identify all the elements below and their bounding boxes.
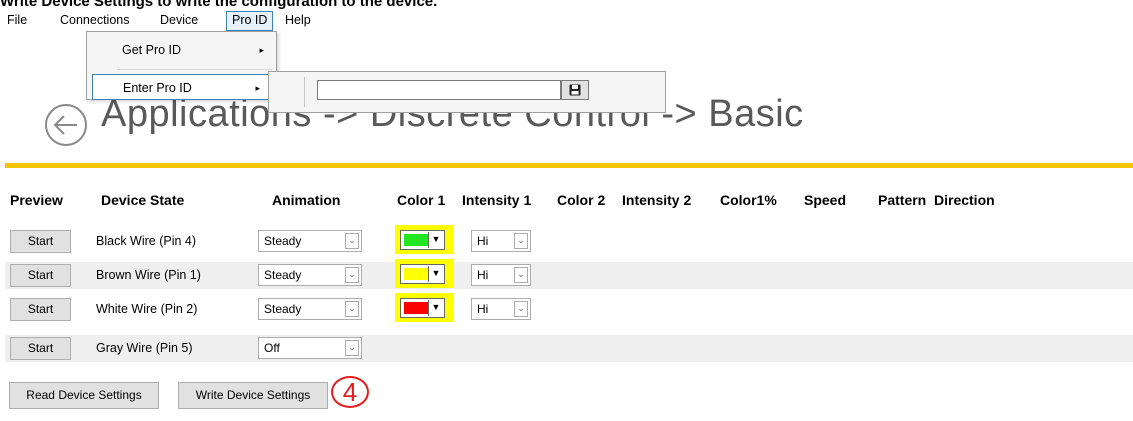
caret-down-icon: ▼	[428, 266, 443, 282]
chevron-down-icon: ⌄	[345, 233, 359, 249]
submenu-arrow-icon: ▸	[259, 45, 264, 55]
pro-id-input[interactable]	[317, 80, 561, 100]
table-row: Start White Wire (Pin 2) Steady ⌄ ▼ Hi ⌄	[5, 293, 1133, 323]
color1-picker[interactable]: ▼	[400, 230, 445, 250]
submenu-arrow-icon: ▸	[255, 83, 260, 93]
menu-device[interactable]: Device	[155, 11, 203, 31]
chevron-down-icon: ⌄	[345, 340, 359, 356]
col-direction: Direction	[934, 192, 995, 208]
device-state-label: Gray Wire (Pin 5)	[96, 341, 193, 355]
start-button[interactable]: Start	[10, 298, 71, 321]
intensity1-select[interactable]: Hi ⌄	[471, 230, 531, 252]
read-device-settings-button[interactable]: Read Device Settings	[9, 382, 159, 409]
col-intensity-1: Intensity 1	[462, 192, 532, 208]
menu-item-enter-pro-id[interactable]: Enter Pro ID ▸	[92, 74, 273, 100]
start-button[interactable]: Start	[10, 264, 71, 287]
menu-item-label: Get Pro ID	[122, 43, 182, 57]
chevron-down-icon: ⌄	[514, 267, 528, 283]
animation-value: Steady	[264, 234, 302, 248]
intensity1-select[interactable]: Hi ⌄	[471, 264, 531, 286]
caret-down-icon: ▼	[428, 300, 443, 316]
animation-value: Off	[264, 341, 280, 355]
col-pattern: Pattern	[878, 192, 927, 208]
menu-connections[interactable]: Connections	[55, 11, 135, 31]
animation-select[interactable]: Steady ⌄	[258, 264, 362, 286]
intensity1-value: Hi	[477, 268, 489, 282]
color-swatch	[404, 302, 428, 314]
animation-select[interactable]: Steady ⌄	[258, 298, 362, 320]
floppy-disk-icon[interactable]	[561, 80, 589, 100]
pro-id-menu: Get Pro ID ▸ Enter Pro ID ▸	[86, 31, 277, 100]
col-device-state: Device State	[101, 192, 185, 208]
color1-cell: ▼	[395, 293, 454, 322]
color1-cell: ▼	[395, 259, 454, 288]
header-divider	[5, 163, 1133, 168]
submenu-separator	[304, 77, 305, 107]
menu-bar: File Connections Device Pro ID Help	[0, 11, 1133, 31]
col-color1-percent: Color1%	[720, 192, 777, 208]
write-device-settings-button[interactable]: Write Device Settings	[178, 382, 328, 409]
col-speed: Speed	[804, 192, 847, 208]
col-preview: Preview	[10, 192, 63, 208]
device-state-label: Black Wire (Pin 4)	[96, 234, 197, 248]
device-state-label: White Wire (Pin 2)	[96, 302, 198, 316]
color1-picker[interactable]: ▼	[400, 298, 445, 318]
start-button[interactable]: Start	[10, 230, 71, 253]
intensity1-value: Hi	[477, 234, 489, 248]
col-animation: Animation	[272, 192, 341, 208]
table-row: Start Brown Wire (Pin 1) Steady ⌄ ▼ Hi ⌄	[5, 259, 1133, 289]
menu-help[interactable]: Help	[280, 11, 316, 31]
start-button[interactable]: Start	[10, 337, 71, 360]
animation-value: Steady	[264, 268, 302, 282]
top-caption: Write Device Settings to write the confi…	[0, 0, 438, 10]
color1-picker[interactable]: ▼	[400, 264, 445, 284]
chevron-down-icon: ⌄	[345, 301, 359, 317]
menu-item-get-pro-id[interactable]: Get Pro ID ▸	[87, 37, 276, 63]
col-color-1: Color 1	[397, 192, 446, 208]
intensity1-select[interactable]: Hi ⌄	[471, 298, 531, 320]
intensity1-value: Hi	[477, 302, 489, 316]
back-arrow-circle-icon[interactable]	[44, 103, 88, 152]
animation-select[interactable]: Steady ⌄	[258, 230, 362, 252]
animation-select[interactable]: Off ⌄	[258, 337, 362, 359]
menu-item-label: Enter Pro ID	[123, 81, 192, 95]
color1-cell: ▼	[395, 225, 454, 254]
col-intensity-2: Intensity 2	[622, 192, 692, 208]
table-row: Start Black Wire (Pin 4) Steady ⌄ ▼ Hi ⌄	[5, 225, 1133, 255]
menu-file[interactable]: File	[2, 11, 32, 31]
chevron-down-icon: ⌄	[514, 301, 528, 317]
chevron-down-icon: ⌄	[514, 233, 528, 249]
enter-pro-id-submenu	[268, 71, 666, 113]
caret-down-icon: ▼	[428, 232, 443, 248]
menu-separator	[117, 69, 272, 70]
menu-pro-id[interactable]: Pro ID	[226, 11, 274, 31]
table-row: Start Gray Wire (Pin 5) Off ⌄	[5, 335, 1133, 362]
col-color-2: Color 2	[557, 192, 606, 208]
chevron-down-icon: ⌄	[345, 267, 359, 283]
color-swatch	[404, 268, 428, 280]
step-marker: 4	[331, 376, 369, 408]
device-state-label: Brown Wire (Pin 1)	[96, 268, 201, 282]
color-swatch	[404, 234, 428, 246]
animation-value: Steady	[264, 302, 302, 316]
